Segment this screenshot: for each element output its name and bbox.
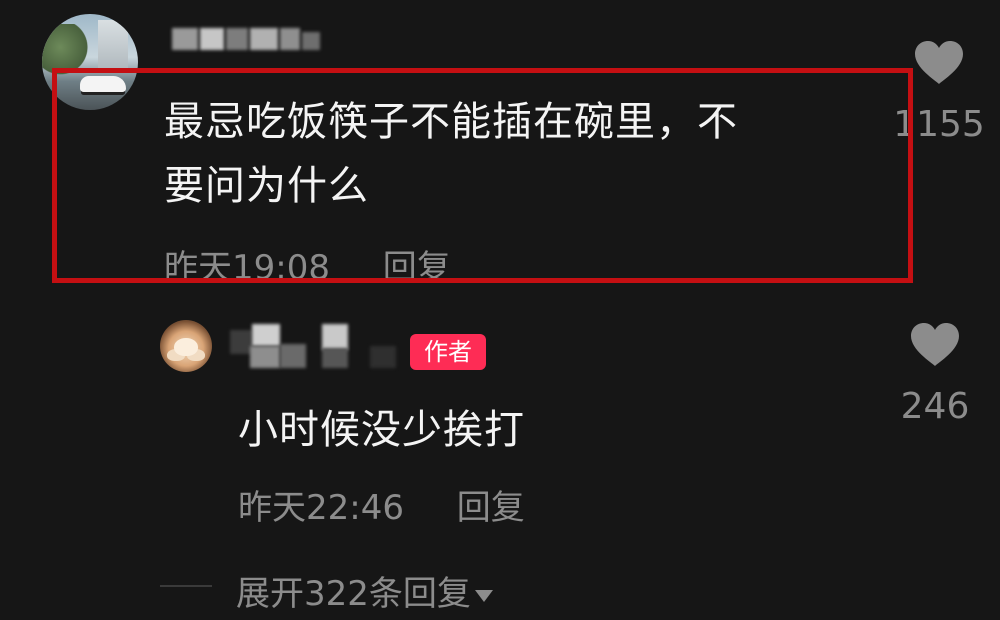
- reply-avatar[interactable]: [160, 320, 212, 372]
- heart-icon: [915, 41, 963, 84]
- avatar-dumpling-shape: [174, 338, 198, 356]
- comment-text-line-2: 要问为什么: [164, 163, 369, 209]
- reply-meta: 昨天22:46 回复: [238, 480, 525, 529]
- reply-text: 小时候没少挨打: [238, 407, 525, 453]
- comment-avatar[interactable]: [42, 14, 138, 110]
- comment-username-redacted[interactable]: [172, 20, 322, 60]
- comment-text-line-1: 最忌吃饭筷子不能插在碗里，不: [164, 99, 738, 145]
- reply-like-count: 246: [900, 386, 970, 427]
- avatar-car-shape: [80, 76, 126, 92]
- comment-meta: 昨天19:08 回复: [164, 240, 451, 289]
- avatar-building-shape: [98, 20, 128, 72]
- comment-time: 昨天19:08: [164, 248, 330, 288]
- comment-like-button[interactable]: 1155: [884, 40, 994, 145]
- comment-text: 最忌吃饭筷子不能插在碗里，不 要问为什么: [164, 90, 844, 218]
- reply-like-button[interactable]: 246: [880, 322, 990, 427]
- caret-down-icon: [474, 589, 493, 602]
- reply-username-redacted[interactable]: [230, 322, 400, 370]
- heart-icon: [911, 323, 959, 366]
- expand-replies-button[interactable]: 展开322条回复: [236, 566, 493, 615]
- reply-reply-button[interactable]: 回复: [457, 488, 525, 528]
- comment-like-count: 1155: [893, 104, 985, 145]
- avatar-tree-shape: [42, 24, 88, 82]
- reply-time: 昨天22:46: [238, 488, 404, 528]
- author-badge: 作者: [410, 334, 486, 370]
- expand-divider: [160, 585, 212, 587]
- expand-replies-label: 展开322条回复: [236, 574, 471, 614]
- comment-reply-button[interactable]: 回复: [383, 248, 451, 288]
